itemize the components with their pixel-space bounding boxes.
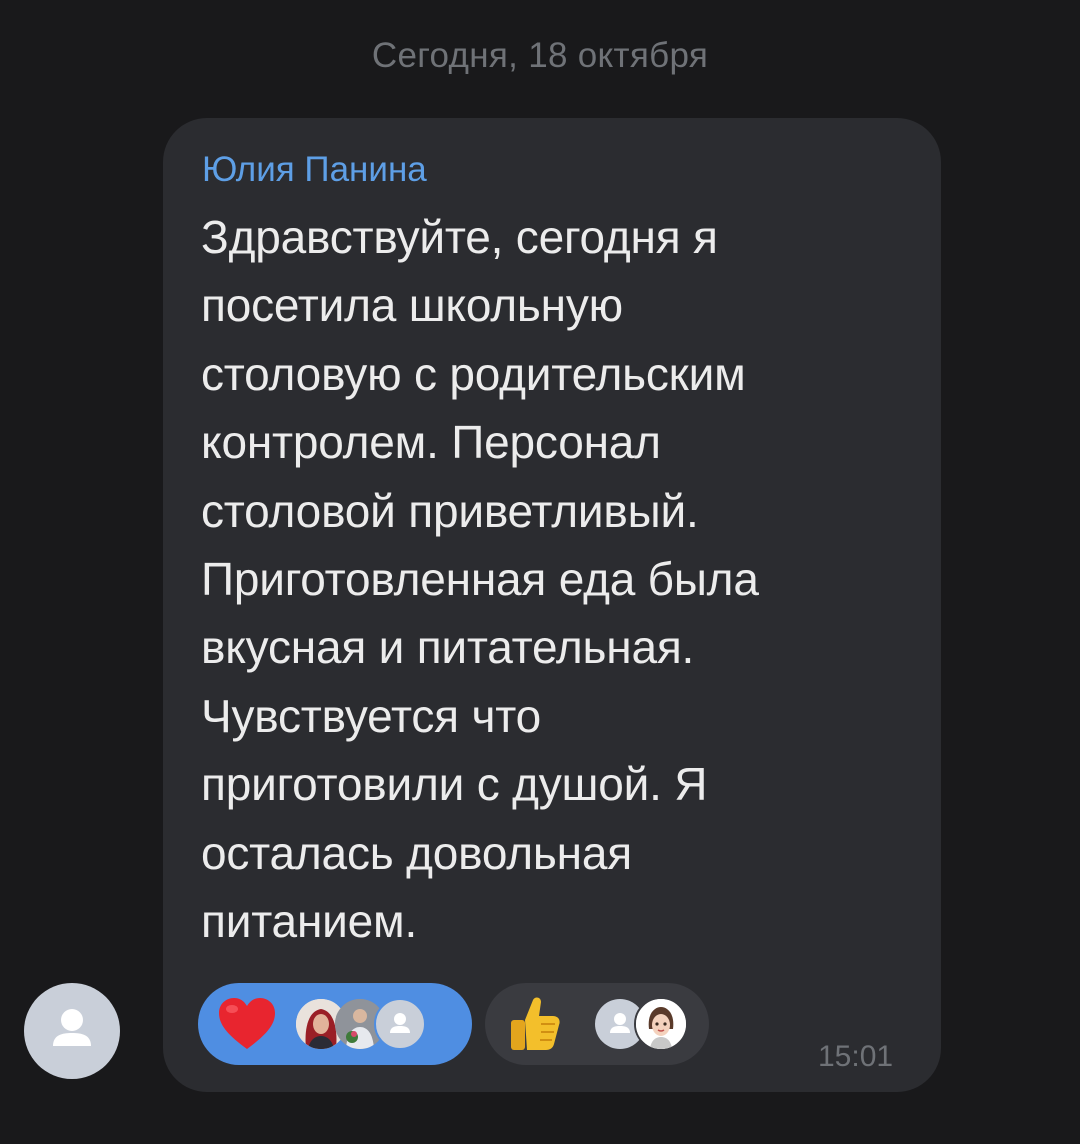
reaction-thumbs-up[interactable] (485, 983, 709, 1065)
reactor-avatar-cartoon-girl (634, 997, 688, 1051)
reactor-avatar-default (374, 998, 426, 1050)
thumbs-up-icon (511, 997, 560, 1050)
message-sender-name[interactable]: Юлия Панина (202, 150, 427, 190)
message-time: 15:01 (818, 1040, 894, 1073)
heart-icon (219, 998, 275, 1049)
message-text: Здравствуйте, сегодня я посетила школьну… (201, 211, 759, 948)
user-placeholder-icon (390, 1013, 410, 1033)
reaction-heart[interactable] (198, 983, 472, 1065)
user-placeholder-icon (53, 1009, 91, 1046)
sender-avatar[interactable] (24, 983, 120, 1079)
date-separator: Сегодня, 18 октября (371, 36, 709, 75)
